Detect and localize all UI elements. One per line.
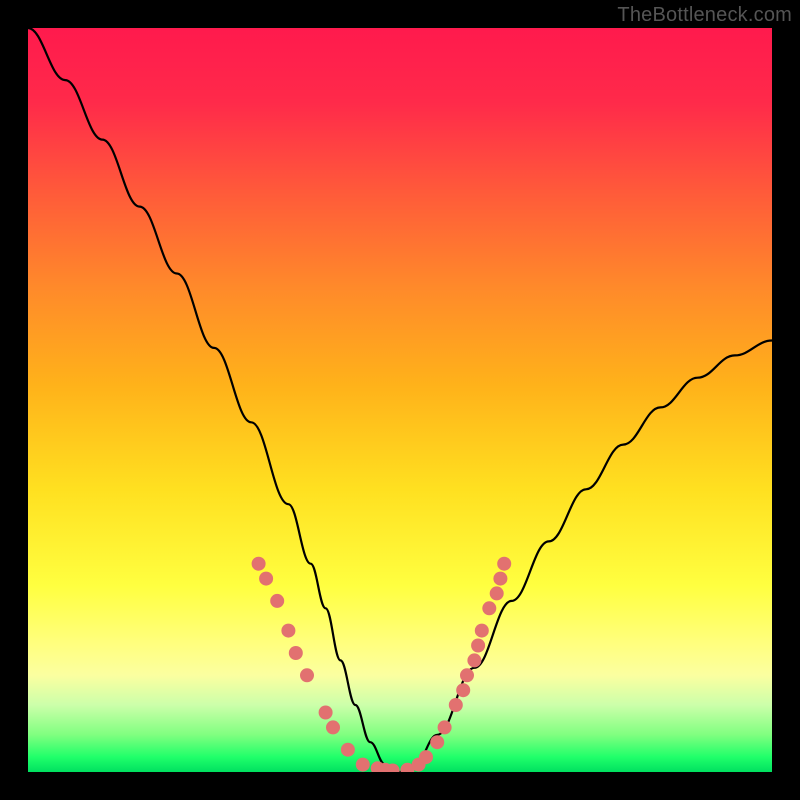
data-point xyxy=(475,624,489,638)
data-point xyxy=(460,668,474,682)
data-point xyxy=(326,720,340,734)
plot-area xyxy=(28,28,772,772)
data-point xyxy=(493,572,507,586)
data-point xyxy=(471,639,485,653)
data-point xyxy=(482,601,496,615)
data-point xyxy=(281,624,295,638)
data-point xyxy=(356,758,370,772)
data-point xyxy=(456,683,470,697)
data-point xyxy=(497,557,511,571)
data-point xyxy=(300,668,314,682)
data-point xyxy=(319,706,333,720)
data-point xyxy=(419,750,433,764)
data-point xyxy=(430,735,444,749)
data-point xyxy=(467,653,481,667)
data-point xyxy=(438,720,452,734)
data-point xyxy=(490,586,504,600)
data-point xyxy=(259,572,273,586)
data-point xyxy=(252,557,266,571)
watermark-text: TheBottleneck.com xyxy=(617,4,792,27)
curve-layer xyxy=(28,28,772,772)
dots-layer xyxy=(252,557,512,772)
chart-svg xyxy=(28,28,772,772)
data-point xyxy=(341,743,355,757)
data-point xyxy=(289,646,303,660)
data-point xyxy=(449,698,463,712)
data-point xyxy=(270,594,284,608)
bottleneck-curve xyxy=(28,28,772,772)
